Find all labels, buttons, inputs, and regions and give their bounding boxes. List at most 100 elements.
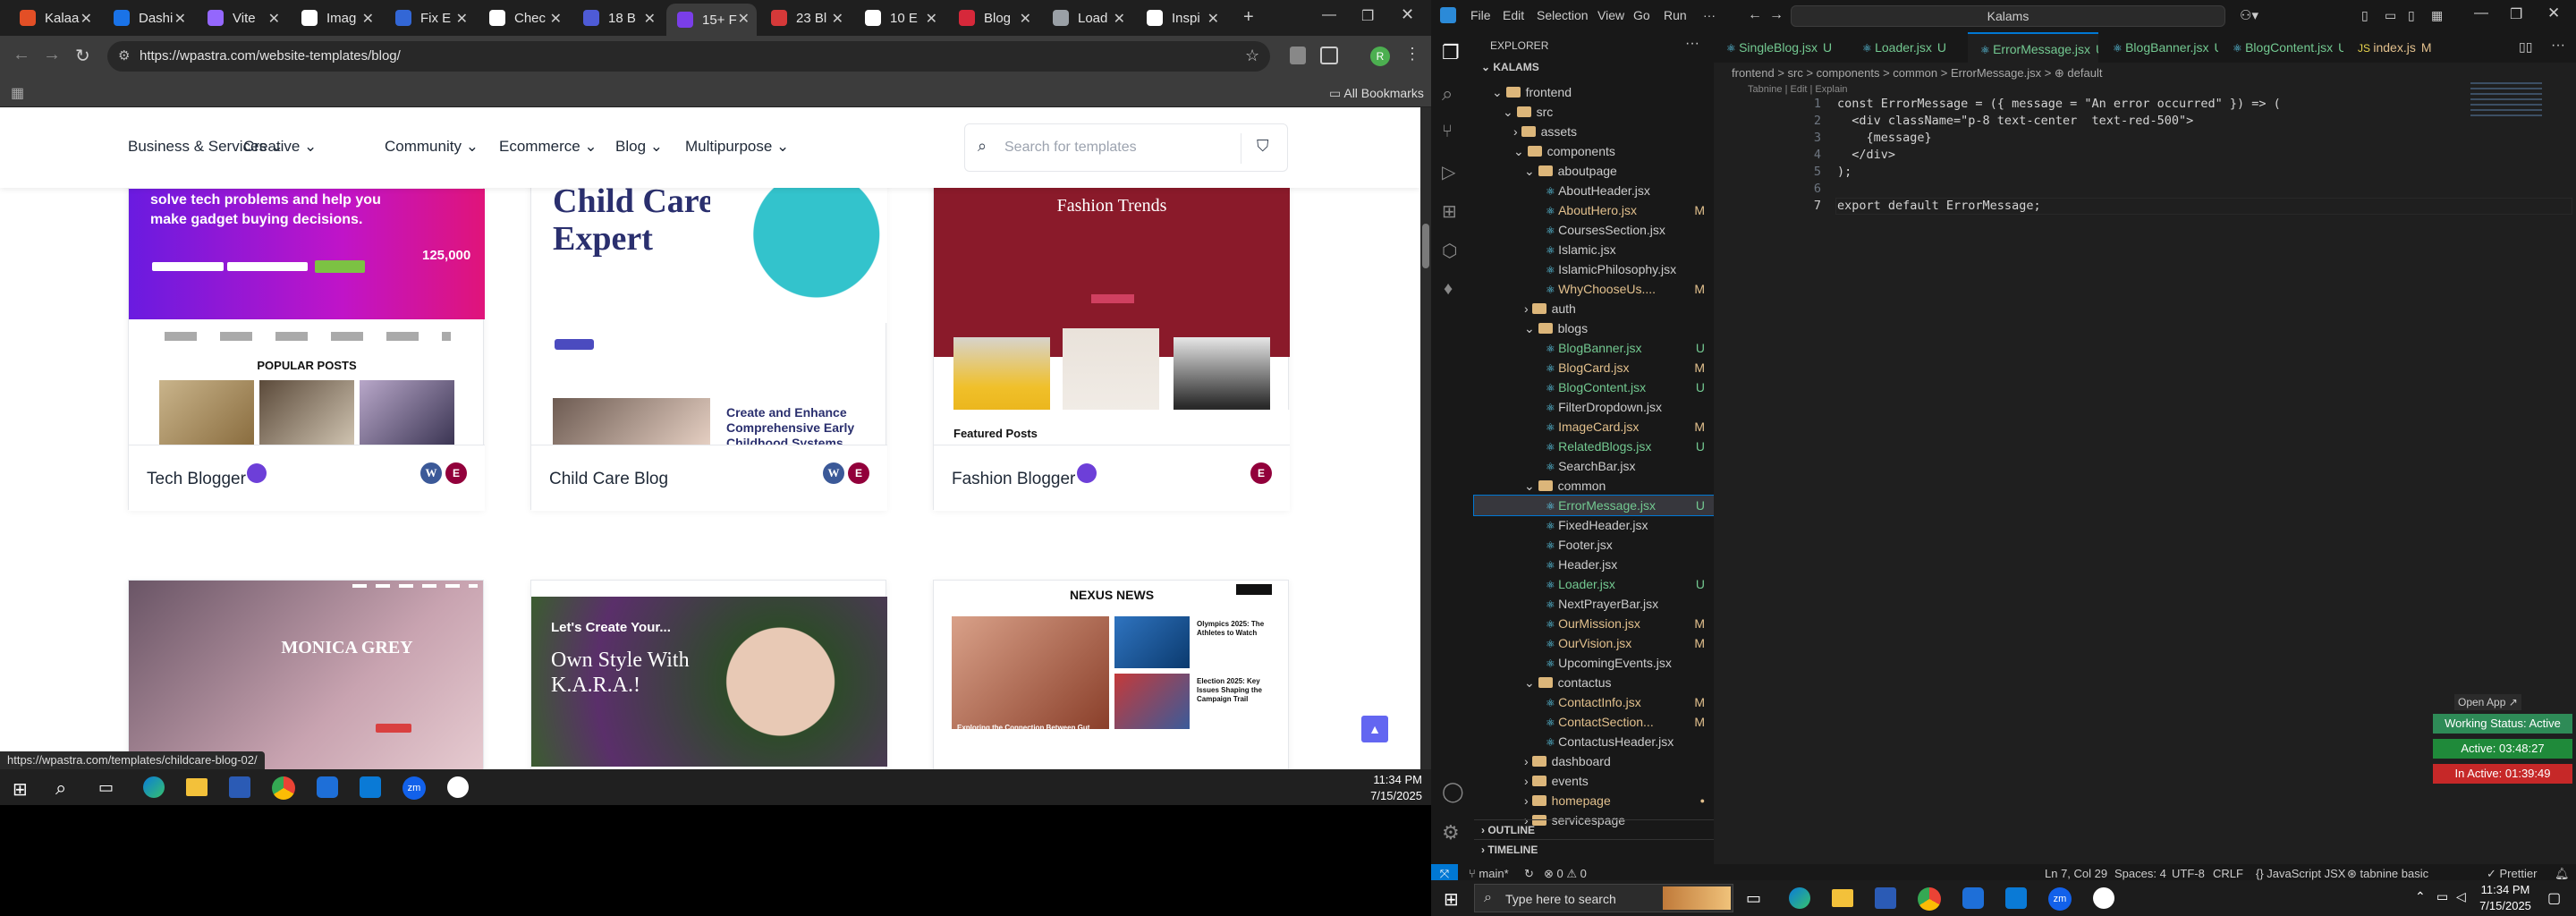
editor-tab[interactable]: ⚛ ErrorMessage.jsxU ✕ [1968,32,2098,63]
file-item[interactable]: ⚛ ContactSection... M [1474,712,1714,732]
git-branch[interactable]: ⑂ main* [1469,867,1509,880]
chrome-tab[interactable]: Kalaa ✕ [9,4,99,32]
chrome-tab[interactable]: Chec ✕ [479,4,569,32]
edge-icon[interactable] [1789,887,1810,909]
file-item[interactable]: ⚛ ErrorMessage.jsx U [1473,495,1715,516]
extension-icon[interactable] [1290,47,1306,64]
folder-item[interactable]: › events [1474,771,1714,791]
command-center-search[interactable]: Kalams [1791,5,2225,27]
menu-item[interactable]: File [1470,8,1491,22]
forward-icon[interactable]: → [1769,7,1784,23]
indentation[interactable]: Spaces: 4 [2114,867,2166,880]
tab-close-icon[interactable]: ✕ [268,10,280,28]
chrome-tab[interactable]: Fix E ✕ [385,4,475,32]
file-item[interactable]: ⚛ RelatedBlogs.jsx U [1474,437,1714,456]
close-window-icon[interactable]: ✕ [2547,4,2560,22]
menu-item[interactable]: Run [1664,8,1687,22]
menu-item[interactable]: ··· [1703,8,1716,22]
tab-close-icon[interactable]: ✕ [738,10,750,28]
workspace-root[interactable]: ⌄ KALAMS [1481,61,1539,73]
reload-icon[interactable]: ↻ [75,45,90,67]
folder-item[interactable]: ⌄ components [1474,141,1714,161]
editor-tab[interactable]: ⚛ BlogBanner.jsx U [2100,32,2218,63]
folder-item[interactable]: › assets [1474,122,1714,141]
file-item[interactable]: ⚛ Islamic.jsx [1474,240,1714,259]
template-card-monica-grey[interactable]: MONICA GREY [128,580,484,769]
nav-item[interactable]: Creative ⌄ [243,138,317,156]
tab-close-icon[interactable]: ✕ [174,10,186,28]
app-icon[interactable] [1962,887,1984,909]
new-tab-button[interactable]: + [1243,7,1254,28]
tab-close-icon[interactable]: ✕ [1114,10,1125,28]
tab-close-icon[interactable]: ✕ [1020,10,1031,28]
store-icon[interactable] [1875,887,1896,909]
cursor-position[interactable]: Ln 7, Col 29 [2045,867,2107,880]
page-scrollbar[interactable] [1420,107,1431,769]
layout-sidebar-icon[interactable]: ▯ [2361,8,2368,23]
menu-item[interactable]: Edit [1503,8,1524,22]
encoding[interactable]: UTF-8 [2172,867,2205,880]
tab-close-icon[interactable]: ✕ [1208,10,1219,28]
chrome-tab[interactable]: 18 B ✕ [572,4,663,32]
editor-tab[interactable]: JS index.js M [2345,32,2453,63]
notification-center-icon[interactable]: ▢ [2547,889,2561,907]
language-mode[interactable]: {} JavaScript JSX [2256,867,2345,880]
chrome-tab[interactable]: Vite ✕ [197,4,287,32]
chrome-menu-icon[interactable]: ⋮ [1404,45,1420,64]
menu-item[interactable]: View [1597,8,1624,22]
code-line[interactable]: <div className="p-8 text-center text-red… [1837,114,2193,128]
minimap[interactable] [2470,82,2542,118]
forward-icon[interactable]: → [43,45,61,65]
file-item[interactable]: ⚛ AboutHero.jsx M [1474,200,1714,220]
split-editor-icon[interactable]: ▯▯ [2519,39,2532,55]
account-icon[interactable]: ◯ [1442,780,1464,803]
extensions-puzzle-icon[interactable] [1320,47,1338,64]
close-window-icon[interactable]: ✕ [1401,5,1414,24]
task-view-icon[interactable]: ▭ [98,778,114,797]
nav-item[interactable]: Multipurpose ⌄ [685,138,789,156]
tab-close-icon[interactable]: ✕ [644,10,656,28]
editor-tab[interactable]: ⚛ SingleBlog.jsx U [1714,32,1848,63]
template-card-tech-blogger[interactable]: solve tech problems and help you make ga… [128,161,485,511]
tab-close-icon[interactable]: ✕ [80,10,92,28]
customize-layout-icon[interactable]: ▦ [2431,8,2443,23]
windows-start-icon[interactable]: ⊞ [13,778,28,801]
folder-item[interactable]: › homepage ● [1474,791,1714,810]
template-card-fashion-blogger[interactable]: Fashion Trends Featured Posts Fashion Bl… [933,161,1290,511]
file-item[interactable]: ⚛ IslamicPhilosophy.jsx [1474,259,1714,279]
breadcrumb[interactable]: frontend > src > components > common > E… [1732,66,2102,81]
folder-item[interactable]: › auth [1474,299,1714,318]
chrome-tab[interactable]: 15+ F ✕ [666,4,757,36]
scrollbar-thumb[interactable] [1422,224,1429,268]
vscode-taskbar-icon[interactable] [2005,887,2027,909]
nav-item[interactable]: Blog ⌄ [615,138,663,156]
file-item[interactable]: ⚛ Footer.jsx [1474,535,1714,555]
template-card-nexus-news[interactable]: NEXUS NEWS Exploring the Connection Betw… [933,580,1289,769]
file-item[interactable]: ⚛ WhyChooseUs.... M [1474,279,1714,299]
folder-item[interactable]: ⌄ common [1474,476,1714,496]
sync-icon[interactable]: ↻ [1524,867,1534,880]
folder-item[interactable]: ⌄ aboutpage [1474,161,1714,181]
file-item[interactable]: ⚛ AboutHeader.jsx [1474,181,1714,200]
code-line[interactable]: </div> [1837,148,1895,162]
editor-tab[interactable]: ⚛ BlogContent.jsx U [2220,32,2343,63]
tab-close-icon[interactable]: ✕ [362,10,374,28]
file-item[interactable]: ⚛ Loader.jsx U [1474,574,1714,594]
file-item[interactable]: ⚛ OurVision.jsx M [1474,633,1714,653]
file-explorer-icon[interactable] [186,778,208,796]
tabnine-status[interactable]: ⊛ tabnine basic [2347,867,2428,880]
profile-avatar[interactable]: R [1370,47,1390,66]
task-view-icon[interactable]: ▭ [1746,889,1761,908]
maximize-icon[interactable]: ❐ [2510,5,2522,23]
file-explorer-icon[interactable] [1832,889,1853,907]
zoom-icon[interactable]: zm [402,776,426,800]
chrome-tab[interactable]: 10 E ✕ [854,4,945,32]
edge-icon[interactable] [143,776,165,798]
chrome-tab[interactable]: Inspi ✕ [1136,4,1226,32]
tray-chevron-icon[interactable]: ⌃ [2415,889,2426,904]
template-search-box[interactable]: ⌕ Search for templates ⛉ [964,123,1288,172]
chrome-taskbar-icon[interactable] [272,776,295,800]
prettier-status[interactable]: ✓ Prettier [2487,867,2537,880]
folder-item[interactable]: ⌄ src [1474,102,1714,122]
scroll-to-top-button[interactable]: ▲ [1361,716,1388,742]
